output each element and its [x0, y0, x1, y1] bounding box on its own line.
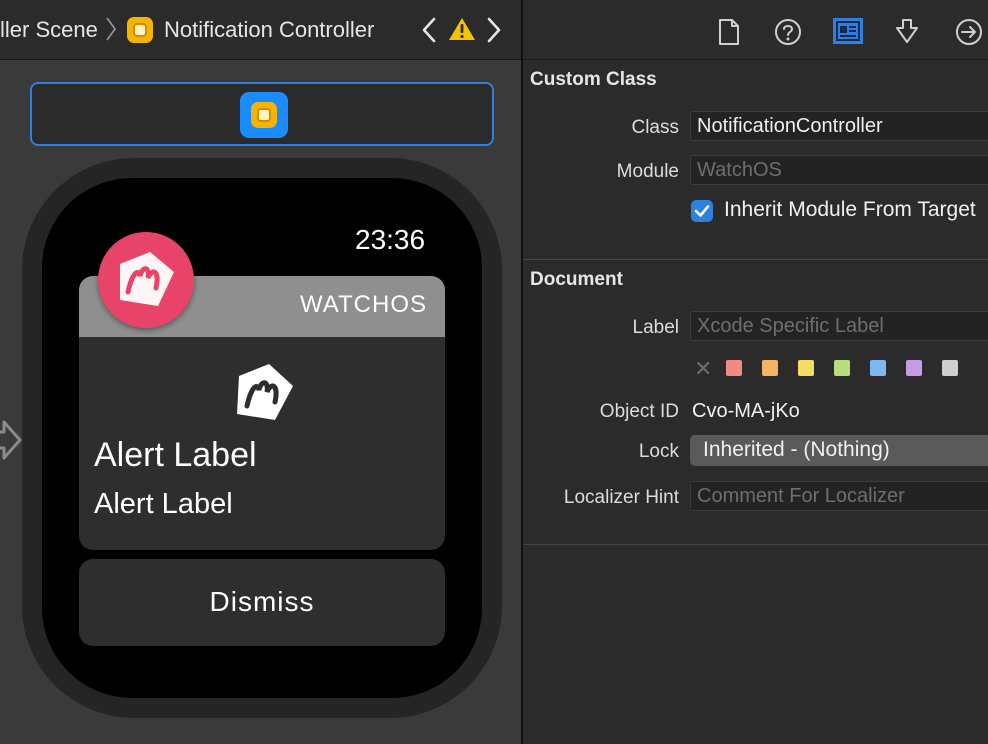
class-field[interactable]: NotificationController — [690, 111, 988, 141]
entry-arrow-icon[interactable] — [0, 410, 24, 470]
scene-dock[interactable] — [30, 82, 494, 146]
dismiss-button[interactable]: Dismiss — [79, 559, 445, 646]
inherit-module-label[interactable]: Inherit Module From Target — [724, 198, 976, 222]
scene-dock-controller-button[interactable] — [240, 92, 288, 138]
document-label-field[interactable]: Xcode Specific Label — [690, 311, 988, 341]
storyboard-canvas[interactable]: ller Scene Notification Controller 23:36… — [0, 0, 521, 744]
lock-popup-button[interactable]: Inherited - (Nothing) — [690, 435, 988, 466]
app-logo-icon — [237, 364, 293, 420]
object-id-value: Cvo-MA-jKo — [692, 400, 800, 422]
label-color-swatch[interactable] — [942, 360, 958, 376]
arrow-circle-icon[interactable] — [955, 18, 983, 46]
interface-controller-icon — [127, 17, 153, 43]
attributes-icon[interactable] — [895, 18, 919, 46]
chevron-left-icon[interactable] — [419, 15, 439, 45]
label-color-swatch[interactable] — [870, 360, 886, 376]
inherit-module-checkbox[interactable] — [691, 200, 713, 222]
label-color-swatch[interactable] — [798, 360, 814, 376]
label-color-swatch[interactable] — [834, 360, 850, 376]
inspector-toolbar — [523, 0, 988, 60]
object-id-label: Object ID — [599, 401, 679, 422]
document-label-label: Label — [632, 317, 680, 338]
breadcrumb: ller Scene Notification Controller — [0, 0, 521, 60]
section-divider — [523, 259, 988, 260]
interface-controller-icon — [251, 102, 277, 128]
custom-class-section-title: Custom Class — [530, 69, 657, 90]
localizer-hint-label: Localizer Hint — [563, 487, 679, 508]
warning-triangle-icon[interactable] — [448, 16, 476, 42]
alert-body-label: Alert Label — [94, 488, 233, 520]
chevron-right-icon[interactable] — [484, 15, 504, 45]
clear-label-color-icon[interactable]: ✕ — [694, 356, 712, 382]
section-divider — [523, 544, 988, 545]
chevron-right-icon — [106, 17, 116, 41]
app-icon — [98, 232, 194, 328]
watch-time: 23:36 — [355, 224, 426, 255]
identity-inspector: Custom Class Class NotificationControlle… — [523, 0, 988, 744]
checkmark-icon — [694, 205, 710, 217]
alert-title-label: Alert Label — [94, 436, 257, 474]
app-logo-icon — [120, 252, 174, 306]
document-icon[interactable] — [718, 18, 740, 46]
module-field[interactable]: WatchOS — [690, 155, 988, 185]
label-color-swatch[interactable] — [726, 360, 742, 376]
localizer-hint-field[interactable]: Comment For Localizer — [690, 481, 988, 511]
document-section-title: Document — [530, 269, 623, 290]
breadcrumb-scene[interactable]: ller Scene — [0, 17, 98, 43]
identity-card-icon[interactable] — [832, 17, 864, 45]
breadcrumb-controller[interactable]: Notification Controller — [164, 17, 374, 43]
question-circle-icon[interactable] — [774, 18, 802, 46]
class-label: Class — [631, 117, 679, 138]
label-color-swatch[interactable] — [906, 360, 922, 376]
label-color-swatch[interactable] — [762, 360, 778, 376]
module-label: Module — [616, 161, 679, 182]
dismiss-button-label: Dismiss — [209, 586, 315, 617]
notification-app-name: WATCHOS — [300, 291, 427, 318]
lock-label: Lock — [638, 441, 679, 462]
